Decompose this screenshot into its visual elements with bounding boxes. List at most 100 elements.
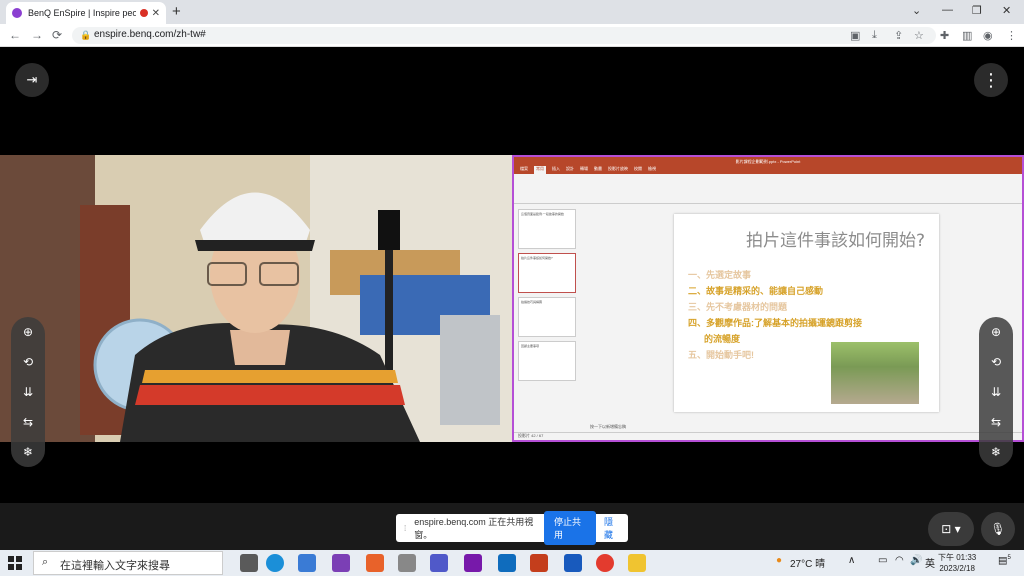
back-button[interactable]: ← <box>9 28 21 42</box>
install-icon[interactable]: ⤓ <box>872 29 877 42</box>
side-panel-icon[interactable]: ▥ <box>962 29 972 42</box>
collapse-horizontal-icon[interactable]: ⇆ <box>11 407 45 437</box>
file-explorer-icon[interactable] <box>628 554 646 572</box>
slide-bullet: 四、多觀摩作品:了解基本的拍攝運鏡跟剪接 <box>688 318 862 328</box>
rotate-icon[interactable]: ⟲ <box>11 347 45 377</box>
ppt-tab[interactable]: 插入 <box>552 166 560 174</box>
window-close-icon[interactable]: ✕ <box>1002 4 1011 17</box>
meeting-stage: ⇥ ⋮ ⊕ ⟲ ⇊ ⇆ ❄ 影片課程企劃範例.pptx - PowerPoint… <box>0 47 1024 550</box>
ppt-ribbon-tabs: 檔案 常用 插入 設計 轉場 動畫 投影片放映 校閱 檢視 <box>514 166 1022 174</box>
app-icon[interactable] <box>332 554 350 572</box>
edge-icon[interactable] <box>266 554 284 572</box>
forward-button[interactable]: → <box>31 28 43 42</box>
more-options-button[interactable]: ⋮ <box>974 63 1008 97</box>
slide-thumbnail[interactable]: 拍攝技巧與構圖 <box>518 297 576 337</box>
collapse-vertical-icon[interactable]: ⇊ <box>979 377 1013 407</box>
weather-icon: ● <box>776 555 783 566</box>
network-icon[interactable]: ▭ <box>878 555 887 566</box>
powerpoint-icon[interactable] <box>530 554 548 572</box>
right-view-controls: ⊕ ⟲ ⇊ ⇆ ❄ <box>979 317 1013 467</box>
tray-expand-icon[interactable]: ∧ <box>848 555 855 566</box>
tab-title: BenQ EnSpire | Inspire peo <box>28 8 136 18</box>
taskbar-search-input[interactable]: ⌕ 在這裡輸入文字來搜尋 <box>33 551 223 575</box>
lock-icon: 🔒 <box>80 30 92 40</box>
screen-share-notice: ⁞ enspire.benq.com 正在共用視窗。 停止共用 隱藏 <box>396 511 628 545</box>
outlook-icon[interactable] <box>498 554 516 572</box>
minimize-icon[interactable]: — <box>942 4 953 16</box>
chrome-icon[interactable] <box>596 554 614 572</box>
ppt-tab[interactable]: 設計 <box>566 166 574 174</box>
ppt-tab-active[interactable]: 常用 <box>534 166 546 174</box>
teams-icon[interactable] <box>430 554 448 572</box>
maximize-icon[interactable]: ❐ <box>972 4 982 17</box>
drag-handle-icon[interactable]: ⁞ <box>404 524 406 533</box>
ppt-tab[interactable]: 投影片放映 <box>608 166 628 174</box>
slide-bullet: 二、故事是精采的、能讓自己感動 <box>688 286 824 296</box>
menu-icon[interactable]: ⋮ <box>1006 29 1017 42</box>
slide-thumbnails: 這個頁面是範例:一段故事的開始 拍片這件事該如何開始? 拍攝技巧與構圖 回顧主要… <box>518 209 578 423</box>
store-icon[interactable] <box>298 554 316 572</box>
ppt-window-title: 影片課程企劃範例.pptx - PowerPoint <box>514 157 1022 166</box>
bookmark-star-icon[interactable]: ☆ <box>914 29 924 42</box>
notification-icon[interactable]: ▤5 <box>998 555 1011 566</box>
slide-thumbnail[interactable]: 回顧主要事項 <box>518 341 576 381</box>
notification-count: 5 <box>1007 555 1011 561</box>
ppt-tab[interactable]: 轉場 <box>580 166 588 174</box>
ppt-tab[interactable]: 動畫 <box>594 166 602 174</box>
tab-close-icon[interactable]: ✕ <box>152 8 160 19</box>
ppt-tab[interactable]: 檔案 <box>520 166 528 174</box>
exit-meeting-button[interactable]: ⇥ <box>15 63 49 97</box>
clock-time: 下午 01:33 <box>938 553 977 562</box>
tab-search-icon[interactable]: ⌄ <box>912 4 921 17</box>
stop-sharing-button[interactable]: 停止共用 <box>544 511 596 545</box>
system-clock[interactable]: 下午 01:33 2023/2/18 <box>938 552 976 574</box>
volume-icon[interactable]: 🔊 <box>910 555 922 566</box>
collapse-vertical-icon[interactable]: ⇊ <box>11 377 45 407</box>
ppt-status-bar: 投影片 42 / 67 <box>514 432 1022 440</box>
benq-favicon-icon <box>12 8 22 18</box>
slide-thumbnail[interactable]: 這個頁面是範例:一段故事的開始 <box>518 209 576 249</box>
browser-tab[interactable]: BenQ EnSpire | Inspire peo ✕ <box>6 2 166 24</box>
new-tab-button[interactable]: + <box>172 3 181 20</box>
microphone-button[interactable]: 🎙 <box>981 512 1015 546</box>
url-text: enspire.benq.com/zh-tw# <box>94 29 206 40</box>
slide-title: 拍片這件事該如何開始? <box>745 231 925 251</box>
current-slide: 拍片這件事該如何開始? 一、先選定故事 二、故事是精采的、能讓自己感動 三、先不… <box>674 214 939 412</box>
onenote-icon[interactable] <box>464 554 482 572</box>
share-icon[interactable]: ⇪ <box>894 29 903 42</box>
slide-thumbnail-selected[interactable]: 拍片這件事該如何開始? <box>518 253 576 293</box>
ppt-tab[interactable]: 檢視 <box>648 166 656 174</box>
windows-start-icon[interactable] <box>8 556 22 570</box>
task-view-icon[interactable] <box>240 554 258 572</box>
microphone-icon: 🎙 <box>990 522 1006 536</box>
home-icon[interactable] <box>398 554 416 572</box>
camera-feed-image <box>0 155 512 442</box>
address-bar[interactable]: 🔒 enspire.benq.com/zh-tw# <box>72 27 936 44</box>
ppt-tab[interactable]: 校閱 <box>634 166 642 174</box>
slide-notes[interactable]: 按一下以新增備忘稿 <box>590 424 626 430</box>
word-icon[interactable] <box>564 554 582 572</box>
app-icon[interactable] <box>366 554 384 572</box>
search-icon: ⌕ <box>42 556 49 568</box>
camera-icon[interactable]: ▣ <box>850 29 860 42</box>
zoom-in-icon[interactable]: ⊕ <box>979 317 1013 347</box>
reload-button[interactable]: ⟳ <box>52 28 62 42</box>
zoom-in-icon[interactable]: ⊕ <box>11 317 45 347</box>
rotate-icon[interactable]: ⟲ <box>979 347 1013 377</box>
ime-indicator[interactable]: 英 <box>925 555 935 570</box>
browser-toolbar: ← → ⟳ 🔒 enspire.benq.com/zh-tw# ▣ ⤓ ⇪ ☆ … <box>0 24 1024 47</box>
browser-tab-bar: BenQ EnSpire | Inspire peo ✕ + ⌄ — ❐ ✕ <box>0 0 1024 24</box>
share-notice-text: enspire.benq.com 正在共用視窗。 <box>414 517 534 540</box>
weather-text[interactable]: 27°C 晴 <box>790 555 825 570</box>
freeze-icon[interactable]: ❄ <box>979 437 1013 467</box>
profile-avatar[interactable]: ◉ <box>983 29 993 42</box>
collapse-horizontal-icon[interactable]: ⇆ <box>979 407 1013 437</box>
left-view-controls: ⊕ ⟲ ⇊ ⇆ ❄ <box>11 317 45 467</box>
slide-photo <box>831 342 919 404</box>
freeze-icon[interactable]: ❄ <box>11 437 45 467</box>
extensions-icon[interactable]: ✚ <box>940 29 949 42</box>
wifi-icon[interactable]: ◠ <box>895 555 904 566</box>
hide-notice-link[interactable]: 隱藏 <box>604 515 620 541</box>
screen-capture-button[interactable]: ⊡ ▾ <box>928 512 974 546</box>
search-placeholder: 在這裡輸入文字來搜尋 <box>60 560 170 572</box>
